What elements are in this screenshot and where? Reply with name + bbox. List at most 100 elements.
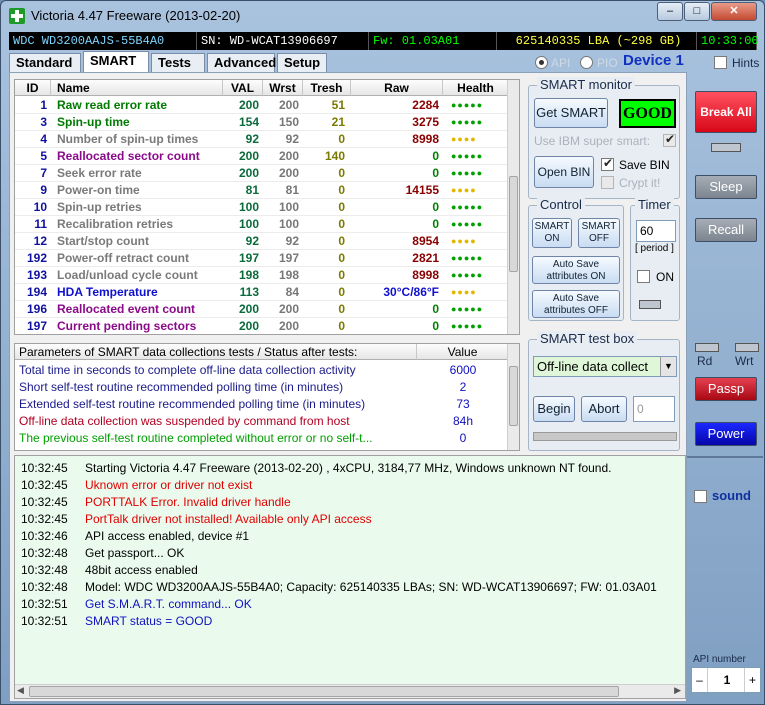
save-bin-checkbox[interactable] (601, 156, 614, 171)
autosave-off-button[interactable]: Auto Save attributes OFF (532, 290, 620, 318)
table-row[interactable]: 5 Reallocated sector count 200 200 140 0 ●●●●● (15, 148, 509, 165)
power-button[interactable]: Power (695, 422, 757, 446)
api-radio[interactable] (535, 56, 548, 69)
table-row[interactable]: 197 Current pending sectors 200 200 0 0 ●●●●● (15, 318, 509, 334)
table-row[interactable]: 193 Load/unload cycle count 198 198 0 8998 ●●●… (15, 267, 509, 284)
col-name: Name (51, 80, 223, 96)
maximize-button[interactable]: □ (684, 2, 710, 21)
log-hscrollbar[interactable]: ◀ ▶ (15, 684, 685, 698)
log-entry: 10:32:45 PortTalk driver not installed! A… (21, 511, 372, 528)
abort-button[interactable]: Abort (581, 396, 627, 422)
table-row[interactable]: 192 Power-off retract count 197 197 0 2821 ●●●… (15, 250, 509, 267)
smart-on-button[interactable]: SMART ON (532, 218, 572, 248)
param-row[interactable]: The previous self-test routine completed… (15, 430, 509, 447)
table-row[interactable]: 194 HDA Temperature 113 84 0 30°C/86°F ●●●● (15, 284, 509, 301)
log-time: 10:32:48 (21, 580, 68, 594)
tab-standard[interactable]: Standard (9, 53, 81, 73)
table-row[interactable]: 11 Recalibration retries 100 100 0 0 ●●●●● (15, 216, 509, 233)
ibm-super-smart-checkbox[interactable] (663, 132, 676, 147)
param-row[interactable]: Total time in seconds to complete off-li… (15, 362, 509, 379)
table-row[interactable]: 4 Number of spin-up times 92 92 0 8998 ●●●● (15, 131, 509, 148)
table-row[interactable]: 7 Seek error rate 200 200 0 0 ●●●●● (15, 165, 509, 182)
window-title: Victoria 4.47 Freeware (2013-02-20) (31, 8, 241, 23)
row-name: Reallocated event count (57, 302, 196, 316)
control-group: Control SMART ON SMART OFF Auto Save att… (528, 197, 624, 321)
log-entry: 10:32:45 PORTTALK Error. Invalid driver h… (21, 494, 291, 511)
param-row[interactable]: Extended self-test routine recommended p… (15, 396, 509, 413)
params-scrollbar[interactable] (507, 344, 519, 450)
row-id: 10 (33, 200, 47, 214)
param-row[interactable]: Off-line data collection was suspended b… (15, 413, 509, 430)
device-label[interactable]: Device 1 (623, 52, 684, 69)
timer-on-checkbox[interactable] (637, 270, 650, 283)
row-raw: 14155 (405, 183, 439, 197)
row-name: Number of spin-up times (57, 132, 199, 146)
row-tresh: 0 (338, 251, 345, 265)
param-row[interactable]: Short self-test routine recommended poll… (15, 379, 509, 396)
api-number-spinner[interactable]: – 1 + (691, 667, 761, 693)
sleep-button[interactable]: Sleep (695, 175, 757, 199)
smart-table-scrollbar[interactable] (507, 80, 519, 334)
victoria-window: Victoria 4.47 Freeware (2013-02-20) – □ … (0, 0, 765, 705)
row-name: Reallocated sector count (57, 149, 200, 163)
autosave-on-button[interactable]: Auto Save attributes ON (532, 256, 620, 284)
log-time: 10:32:48 (21, 563, 68, 577)
param-text: Total time in seconds to complete off-li… (19, 363, 356, 377)
hints-checkbox[interactable] (714, 56, 727, 69)
scroll-left-icon[interactable]: ◀ (17, 685, 24, 696)
api-number-minus[interactable]: – (692, 668, 708, 692)
log-time: 10:32:46 (21, 529, 68, 543)
test-type-select[interactable]: Off-line data collect ▼ (533, 356, 677, 377)
col-health: Health (443, 80, 509, 96)
minimize-button[interactable]: – (657, 2, 683, 21)
log-scroll-thumb[interactable] (29, 686, 619, 697)
row-wrst: 197 (278, 251, 299, 265)
tab-setup[interactable]: Setup (277, 53, 327, 73)
break-all-button[interactable]: Break All (695, 91, 757, 133)
api-number-plus[interactable]: + (744, 668, 760, 692)
get-smart-button[interactable]: Get SMART (534, 98, 608, 128)
row-wrst: 100 (278, 200, 299, 214)
row-health: ●●●●● (451, 304, 484, 314)
smart-table-scroll-thumb[interactable] (509, 176, 518, 272)
tab-advanced[interactable]: Advanced (207, 53, 276, 73)
row-health: ●●●●● (451, 117, 484, 127)
table-row[interactable]: 3 Spin-up time 154 150 21 3275 ●●●●● (15, 114, 509, 131)
recall-button[interactable]: Recall (695, 218, 757, 242)
tab-tests[interactable]: Tests (151, 53, 205, 73)
row-raw: 0 (432, 302, 439, 316)
tab-smart[interactable]: SMART (83, 51, 149, 73)
test-param-field[interactable]: 0 (633, 396, 675, 422)
crypt-checkbox[interactable] (601, 176, 614, 189)
row-wrst: 200 (278, 98, 299, 112)
table-row[interactable]: 12 Start/stop count 92 92 0 8954 ●●●● (15, 233, 509, 250)
ibm-super-smart-label: Use IBM super smart: (534, 134, 651, 148)
log-message: Uknown error or driver not exist (85, 478, 253, 492)
table-row[interactable]: 196 Reallocated event count 200 200 0 0 ●●●●● (15, 301, 509, 318)
table-row[interactable]: 10 Spin-up retries 100 100 0 0 ●●●●● (15, 199, 509, 216)
param-text: Extended self-test routine recommended p… (19, 397, 366, 411)
open-bin-button[interactable]: Open BIN (534, 156, 594, 188)
row-val: 200 (238, 319, 259, 333)
table-row[interactable]: 1 Raw read error rate 200 200 51 2284 ●●●●● (15, 97, 509, 114)
close-button[interactable]: ✕ (711, 2, 757, 21)
api-number-value[interactable]: 1 (708, 668, 746, 692)
pio-radio[interactable] (580, 56, 593, 69)
passp-button[interactable]: Passp (695, 377, 757, 401)
param-text: The previous self-test routine completed… (19, 431, 373, 445)
table-row[interactable]: 9 Power-on time 81 81 0 14155 ●●●● (15, 182, 509, 199)
begin-button[interactable]: Begin (533, 396, 575, 422)
row-id: 197 (26, 319, 47, 333)
row-raw: 8998 (412, 268, 439, 282)
scroll-right-icon[interactable]: ▶ (674, 685, 681, 696)
sound-checkbox[interactable] (694, 490, 707, 503)
timer-input[interactable]: 60 (636, 220, 676, 242)
params-scroll-thumb[interactable] (509, 366, 518, 426)
row-id: 1 (40, 98, 47, 112)
row-raw: 3275 (412, 115, 439, 129)
chevron-down-icon[interactable]: ▼ (660, 357, 676, 376)
smart-off-button[interactable]: SMART OFF (578, 218, 620, 248)
smart-attributes-table: ID Name VAL Wrst Tresh Raw Health 1 Raw r… (14, 79, 520, 335)
row-wrst: 200 (278, 149, 299, 163)
break-indicator (711, 143, 741, 152)
